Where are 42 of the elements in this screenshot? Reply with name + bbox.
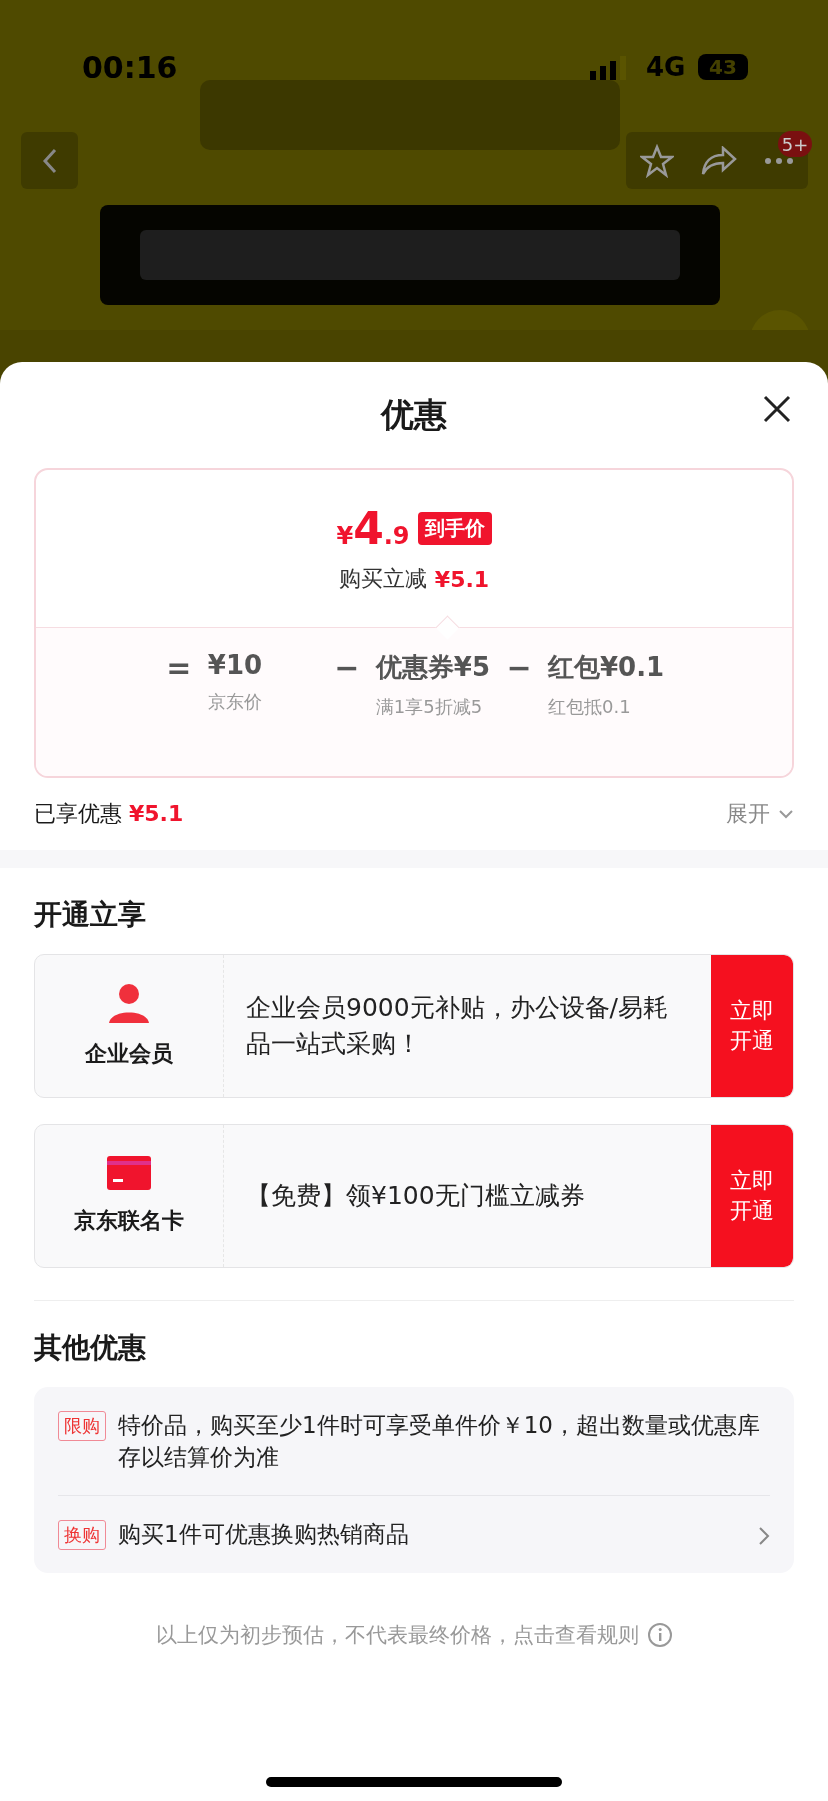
back-button[interactable] <box>21 132 78 189</box>
section-title: 开通立享 <box>33 897 147 933</box>
membership-description: 企业会员9000元补贴，办公设备/易耗品一站式采购！ <box>245 991 670 1060</box>
activate-button[interactable]: 立即开通 <box>711 955 793 1097</box>
battery-level: 43 <box>698 54 748 80</box>
sheet-title: 优惠 <box>381 393 447 436</box>
term-note: 满1享5折减5 <box>375 695 484 719</box>
bank-card-icon <box>107 1156 151 1190</box>
section-title: 其他优惠 <box>33 1330 147 1366</box>
price-tag: 到手价 <box>417 512 492 545</box>
share-icon[interactable] <box>701 145 737 176</box>
disclaimer-text[interactable]: 以上仅为初步预估，不代表最终价格，点击查看规则 <box>155 1620 639 1649</box>
operator-sign: − <box>333 650 361 687</box>
price-term: 红包¥0.1 <box>548 651 665 684</box>
more-icon[interactable] <box>764 156 795 165</box>
info-icon[interactable] <box>646 1621 673 1648</box>
reduce-amount: ¥5.1 <box>434 566 490 592</box>
price-term: ¥10 <box>207 650 264 680</box>
chevron-down-icon[interactable] <box>778 809 794 819</box>
membership-name: 京东联名卡 <box>74 1207 184 1235</box>
term-note: 红包抵0.1 <box>548 695 632 719</box>
price-term: 优惠券¥5 <box>375 651 490 684</box>
enjoyed-discount: 已享优惠 ¥5.1 <box>34 800 184 828</box>
expand-button[interactable]: 展开 <box>726 799 794 829</box>
offer-text: 特价品，购买至少1件时可享受单件价￥10，超出数量或优惠库存以结算价为准 <box>118 1411 761 1473</box>
operator-sign: − <box>505 650 533 687</box>
activate-button[interactable]: 立即开通 <box>711 1125 793 1267</box>
star-icon[interactable] <box>639 143 674 178</box>
close-icon[interactable] <box>762 394 792 424</box>
offer-tag: 限购 <box>58 1411 106 1441</box>
reduce-label: 购买立减 <box>338 565 427 593</box>
network-label: 4G <box>646 52 686 82</box>
chevron-right-icon[interactable] <box>758 1526 770 1547</box>
offer-tag: 换购 <box>58 1520 106 1551</box>
offer-text: 购买1件可优惠换购热销商品 <box>118 1520 410 1550</box>
membership-name: 企业会员 <box>85 1040 173 1068</box>
person-icon <box>107 983 151 1023</box>
operator-sign: = <box>165 650 193 687</box>
term-note: 京东价 <box>207 690 263 714</box>
final-price: ¥4.9 <box>336 503 410 554</box>
status-time: 00:16 <box>82 50 178 85</box>
membership-description: 【免费】领¥100无门槛立减券 <box>245 1179 586 1212</box>
